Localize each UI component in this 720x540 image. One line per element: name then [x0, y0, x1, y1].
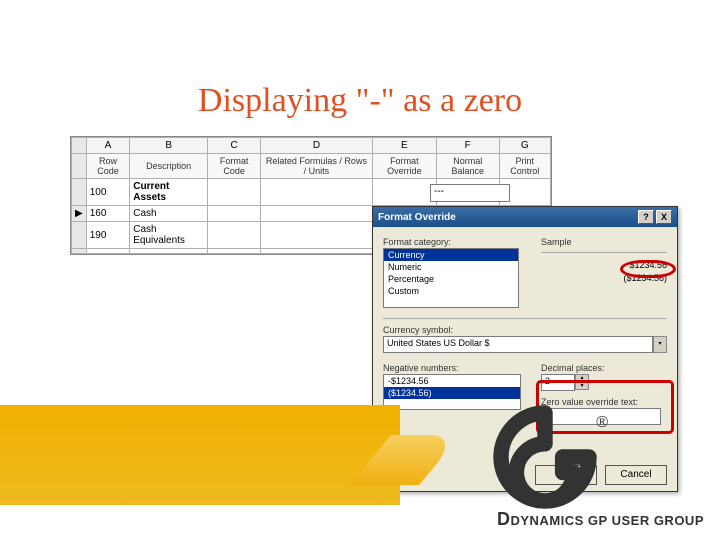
sample-preview: $1234.56 ($1234.56) [541, 259, 667, 284]
stepper-down-icon[interactable]: ▾ [575, 382, 589, 390]
grid-header-formatcode: Format Code [208, 154, 261, 179]
grid-header-rowcode: Row Code [86, 154, 130, 179]
registered-mark-icon: ® [596, 414, 608, 432]
grid-col-G[interactable]: G [499, 138, 550, 154]
list-item[interactable]: Percentage [384, 273, 518, 285]
list-item[interactable]: Custom [384, 285, 518, 297]
grid-col-D[interactable]: D [261, 138, 373, 154]
grid-col-A[interactable]: A [86, 138, 130, 154]
dialog-titlebar[interactable]: Format Override ? X [373, 207, 677, 227]
grid-col-B[interactable]: B [130, 138, 208, 154]
list-item[interactable]: ($1234.56) [384, 387, 520, 399]
list-item[interactable]: Currency [384, 249, 518, 261]
grid-header-normalbalance: Normal Balance [436, 154, 499, 179]
decorative-gold-band [0, 405, 400, 505]
decimal-places-label: Decimal places: [541, 363, 667, 373]
cancel-button[interactable]: Cancel [605, 465, 667, 485]
grid-header-formatoverride: Format Override [372, 154, 436, 179]
grid-col-E[interactable]: E [372, 138, 436, 154]
stepper-up-icon[interactable]: ▴ [575, 374, 589, 382]
grid-header-related: Related Formulas / Rows / Units [261, 154, 373, 179]
dialog-title-text: Format Override [378, 212, 456, 223]
help-icon[interactable]: ? [638, 210, 654, 224]
list-item[interactable]: -$1234.56 [384, 375, 520, 387]
grid-col-C[interactable]: C [208, 138, 261, 154]
slide-title: Displaying "-" as a zero [0, 82, 720, 120]
sample-label: Sample [541, 237, 667, 247]
format-category-list[interactable]: Currency Numeric Percentage Custom [383, 248, 519, 308]
grid-col-F[interactable]: F [436, 138, 499, 154]
negative-numbers-label: Negative numbers: [383, 363, 523, 373]
currency-symbol-dropdown[interactable]: United States US Dollar $ [383, 336, 653, 353]
grid-header-printcontrol: Print Control [499, 154, 550, 179]
chevron-down-icon[interactable]: ▾ [653, 336, 667, 353]
decimal-places-input[interactable]: 2 [541, 374, 575, 391]
list-item[interactable]: Numeric [384, 261, 518, 273]
format-category-label: Format category: [383, 237, 523, 247]
format-override-cell-editor[interactable]: --- [430, 184, 510, 202]
grid-corner [72, 138, 87, 154]
grid-header-description: Description [130, 154, 208, 179]
footer-brand: DDYNAMICS GP USER GROUP [497, 509, 704, 530]
close-icon[interactable]: X [656, 210, 672, 224]
logo-g-mark-icon [490, 402, 600, 512]
currency-symbol-label: Currency symbol: [383, 325, 667, 335]
